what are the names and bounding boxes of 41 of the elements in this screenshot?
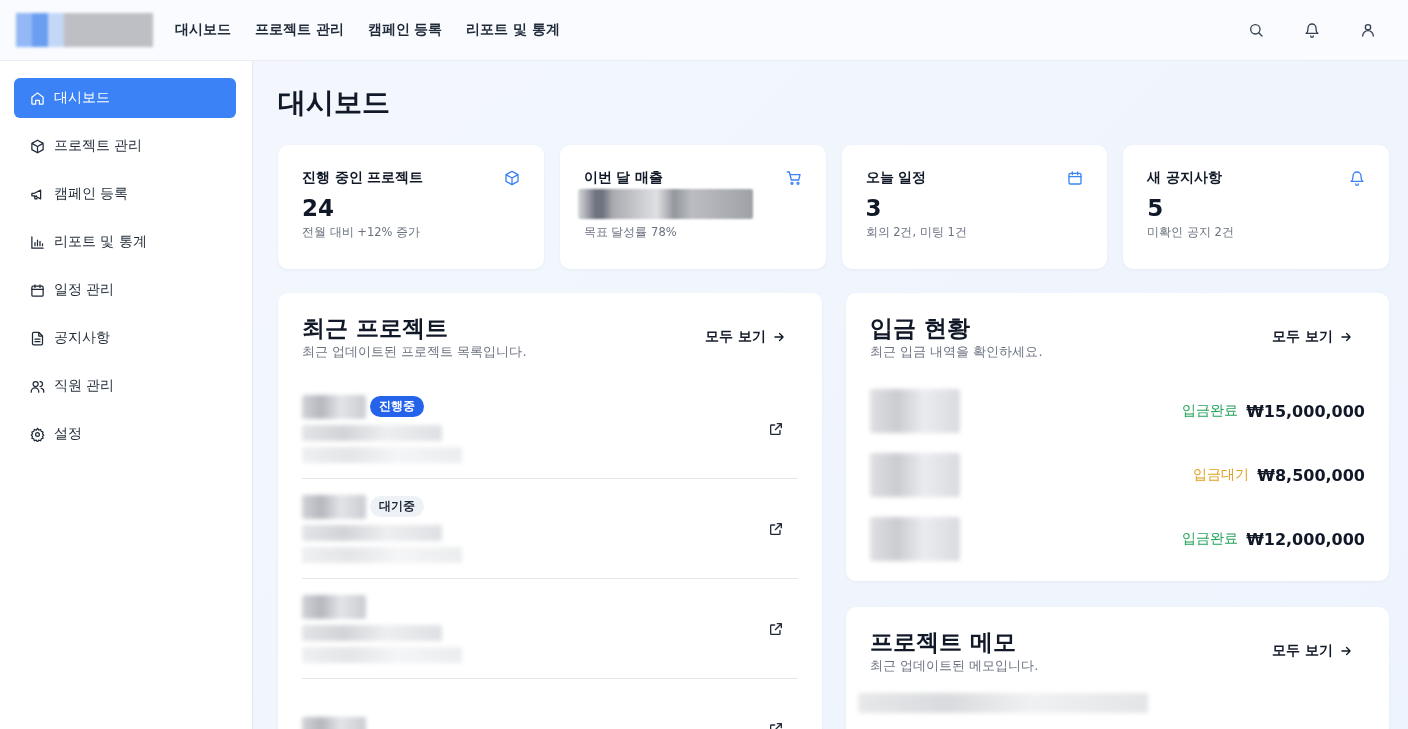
nav-link[interactable]: 캠페인 등록: [367, 21, 443, 39]
sidebar-item[interactable]: 설정: [14, 414, 236, 454]
stat-value: 24: [302, 194, 335, 223]
sidebar-item[interactable]: 프로젝트 관리: [14, 126, 236, 166]
view-all-link[interactable]: 모두 보기: [1272, 328, 1353, 346]
status-badge: 진행중: [370, 396, 424, 417]
stat-title: 오늘 일정: [865, 169, 927, 187]
panel-subtitle: 최근 업데이트된 프로젝트 목록입니다.: [302, 343, 527, 361]
panel-subtitle: 최근 업데이트된 메모입니다.: [870, 657, 1039, 675]
deposit-status: 입금완료: [1182, 530, 1239, 548]
deposit-status: 입금대기: [1193, 466, 1250, 484]
sidebar-item[interactable]: 캠페인 등록: [14, 174, 236, 214]
stat-note: 회의 2건, 미팅 1건: [865, 225, 968, 240]
nav-link[interactable]: 프로젝트 관리: [255, 21, 344, 39]
deposit-amount: ₩8,500,000: [1257, 465, 1365, 485]
stat-note: 미확인 공지 2건: [1147, 225, 1235, 240]
panel-title: 최근 프로젝트: [302, 314, 449, 343]
panel-title: 프로젝트 메모: [870, 628, 1017, 657]
stat-title: 진행 중인 프로젝트: [302, 169, 424, 187]
stat-title: 새 공지사항: [1147, 169, 1222, 187]
sidebar-item[interactable]: 대시보드: [14, 78, 236, 118]
panel-subtitle: 최근 입금 내역을 확인하세요.: [870, 343, 1043, 361]
deposit-status: 입금완료: [1182, 402, 1239, 420]
deposit-amount: ₩15,000,000: [1246, 401, 1365, 421]
sidebar-item[interactable]: 직원 관리: [14, 366, 236, 406]
sidebar-item[interactable]: 공지사항: [14, 318, 236, 358]
nav-link[interactable]: 대시보드: [175, 21, 231, 39]
view-all-link[interactable]: 모두 보기: [1272, 642, 1353, 660]
sidebar-item[interactable]: 일정 관리: [14, 270, 236, 310]
stat-value: 5: [1147, 194, 1165, 223]
view-all-link[interactable]: 모두 보기: [705, 328, 786, 346]
sidebar-item[interactable]: 리포트 및 통계: [14, 222, 236, 262]
panel-title: 입금 현황: [870, 314, 971, 343]
nav-link[interactable]: 리포트 및 통계: [466, 21, 560, 39]
stat-note: 목표 달성률 78%: [583, 225, 678, 240]
deposit-amount: ₩12,000,000: [1246, 529, 1365, 549]
status-badge: 대기중: [370, 496, 424, 517]
page-title: 대시보드: [278, 85, 391, 121]
stat-value: 3: [865, 194, 883, 223]
stat-note: 전월 대비 +12% 증가: [302, 225, 422, 240]
stat-title: 이번 달 매출: [583, 169, 664, 187]
